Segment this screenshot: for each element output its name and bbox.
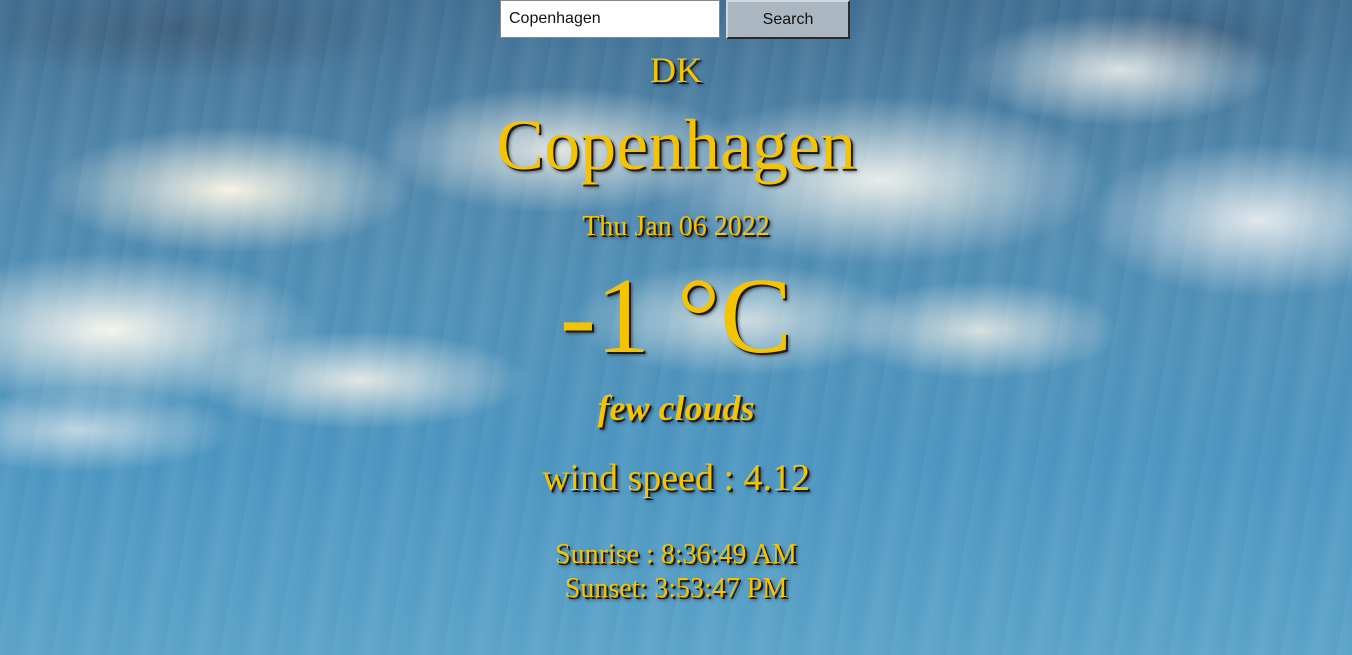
wind-speed: wind speed : 4.12 bbox=[541, 457, 811, 499]
sunset-time: Sunset: 3:53:47 PM bbox=[564, 573, 788, 604]
search-button[interactable]: Search bbox=[726, 0, 850, 39]
search-bar: Search bbox=[500, 0, 860, 40]
city-name: Copenhagen bbox=[496, 105, 856, 185]
weather-app: { "search": { "input_value": "Copenhagen… bbox=[0, 0, 1352, 655]
sunrise-time: Sunrise : 8:36:49 AM bbox=[555, 539, 797, 570]
temperature: -1 °C bbox=[559, 257, 793, 376]
city-search-input[interactable] bbox=[500, 0, 720, 38]
weather-condition: few clouds bbox=[597, 388, 755, 428]
country-code: DK bbox=[650, 50, 702, 90]
current-date: Thu Jan 06 2022 bbox=[582, 211, 770, 242]
